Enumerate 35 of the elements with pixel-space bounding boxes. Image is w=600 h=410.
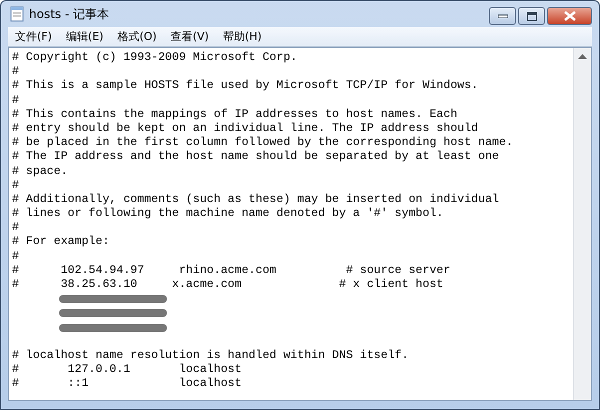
- minimize-button[interactable]: [489, 7, 516, 25]
- minimize-icon: [498, 14, 508, 18]
- text-line: # lines or following the machine name denoted by a '#' symbol.: [12, 207, 444, 222]
- menu-item[interactable]: 编辑(E): [58, 29, 110, 44]
- text-line: # 38.25.63.10 x.acme.com # x client host: [12, 278, 444, 292]
- menu-item[interactable]: 文件(F): [8, 29, 59, 44]
- close-icon: [564, 11, 576, 21]
- text-line: # be placed in the first column followed by the corresponding host name.: [12, 136, 514, 150]
- menu-item[interactable]: 查看(V): [164, 29, 216, 44]
- text-line: # ::1 localhost: [12, 377, 243, 392]
- close-button[interactable]: [547, 7, 592, 25]
- text-line: # The IP address and the host name should be separated by at least one: [12, 150, 500, 164]
- scroll-up-arrow-icon[interactable]: [578, 54, 587, 59]
- window-title: hosts - 记事本: [29, 6, 110, 22]
- text-line: # 127.0.0.1 localhost: [12, 363, 243, 378]
- text-line: #: [12, 94, 20, 108]
- maximize-icon: [526, 12, 536, 20]
- text-line: # entry should be kept on an individual line. The IP address should: [12, 122, 480, 136]
- text-line: #: [12, 221, 20, 236]
- text-line: #: [12, 178, 20, 193]
- text-line: #: [12, 65, 20, 80]
- text-line: #: [12, 250, 20, 264]
- menu-item[interactable]: 帮助(H): [216, 29, 269, 44]
- text-line: # 102.54.94.97 rhino.acme.com # source server: [12, 264, 452, 278]
- text-line: # localhost name resolution is handled within DNS itself.: [12, 348, 410, 364]
- text-line: # For example:: [12, 235, 110, 250]
- maximize-button[interactable]: [518, 7, 545, 25]
- vertical-scrollbar[interactable]: [573, 48, 591, 400]
- text-line: # Additionally, comments (such as these) may be inserted on individual: [12, 192, 500, 208]
- text-line: # This is a sample HOSTS file used by Microsoft TCP/IP for Windows.: [12, 79, 480, 94]
- menu-item[interactable]: 格式(O): [110, 29, 164, 44]
- notepad-icon: [10, 6, 24, 22]
- text-line: # This contains the mappings of IP addresses to host names. Each: [12, 108, 458, 122]
- text-line: # space.: [12, 164, 69, 179]
- text-line: # Copyright (c) 1993-2009 Microsoft Corp.: [12, 51, 298, 66]
